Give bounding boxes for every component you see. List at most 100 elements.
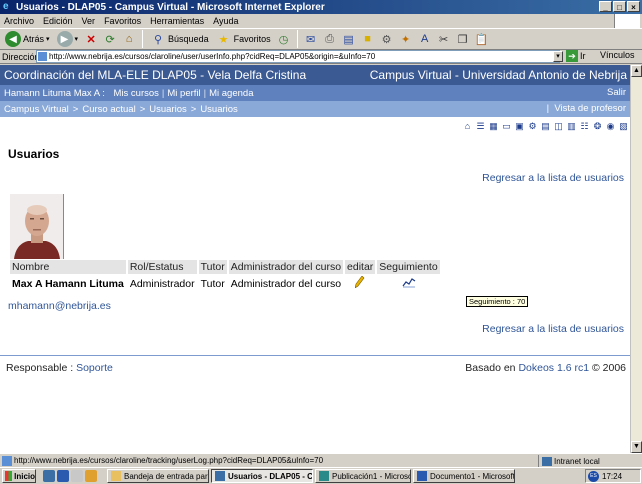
discuss-icon[interactable]: ⚙: [379, 31, 395, 47]
campus-title[interactable]: Campus Virtual - Universidad Antonio de …: [370, 68, 627, 82]
back-label: Atrás: [23, 34, 45, 44]
menu-edicion[interactable]: Edición: [43, 16, 73, 26]
word-quicklaunch-icon[interactable]: [57, 470, 69, 482]
teacher-view-link[interactable]: | Vista de profesor: [547, 103, 626, 114]
col-editar: editar: [345, 260, 376, 274]
menu-ver[interactable]: Ver: [82, 16, 96, 26]
breadcrumb-curso[interactable]: Curso actual: [82, 104, 135, 115]
search-button[interactable]: ⚲ Búsqueda: [148, 30, 211, 48]
copy-icon[interactable]: ❐: [455, 31, 471, 47]
course-tools: ⌂ ☰ ▦ ▭ ▣ ⚙ ▤ ◫ ▥ ☷ ❂ ◉ ▧: [462, 121, 629, 132]
status-bar: http://www.nebrija.es/cursos/claroline/t…: [0, 453, 642, 467]
col-tutor: Tutor: [198, 260, 227, 274]
support-link[interactable]: Soporte: [76, 362, 113, 374]
back-to-users-link[interactable]: Regresar a la lista de usuarios: [482, 172, 624, 184]
user-bar: Hamann Lituma Max A : Mis cursos | Mi pe…: [0, 85, 630, 101]
pencil-icon[interactable]: [354, 275, 365, 289]
start-button[interactable]: Inicio: [2, 469, 36, 483]
logout-link[interactable]: Salir: [607, 87, 626, 98]
list-icon[interactable]: ☰: [475, 121, 486, 132]
user-label: Hamann Lituma Max A :: [4, 87, 105, 99]
favorites-button[interactable]: ★ Favoritos: [214, 30, 273, 48]
breadcrumb-campus[interactable]: Campus Virtual: [4, 104, 69, 115]
windows-flag-icon: [5, 471, 13, 481]
go-button[interactable]: ➔ Ir: [566, 50, 586, 62]
link-mi-perfil[interactable]: Mi perfil: [167, 88, 200, 99]
announcements-icon[interactable]: ▤: [540, 121, 551, 132]
links-icon[interactable]: ▭: [501, 121, 512, 132]
platform-link[interactable]: Dokeos 1.6 rc1: [518, 362, 589, 374]
breadcrumb-current[interactable]: Usuarios: [200, 104, 238, 115]
teacher-view-label: Vista de profesor: [554, 103, 626, 114]
responsible-label: Responsable :: [6, 362, 74, 374]
page-title: Usuarios: [8, 147, 60, 161]
menu-ayuda[interactable]: Ayuda: [213, 16, 238, 26]
ie-icon: [215, 471, 225, 481]
address-dropdown-icon[interactable]: ▾: [553, 51, 563, 62]
menu-archivo[interactable]: Archivo: [4, 16, 34, 26]
media-quicklaunch-icon[interactable]: [85, 470, 97, 482]
language-icon[interactable]: ES: [588, 470, 599, 482]
close-button[interactable]: ×: [627, 1, 640, 12]
agenda-icon[interactable]: ▣: [514, 121, 525, 132]
maximize-button[interactable]: □: [613, 1, 626, 12]
breadcrumb-usuarios[interactable]: Usuarios: [149, 104, 187, 115]
menu-favoritos[interactable]: Favoritos: [104, 16, 141, 26]
chart-icon[interactable]: [402, 276, 416, 288]
user-portrait-image: [10, 194, 63, 259]
ie-quicklaunch-icon[interactable]: [43, 470, 55, 482]
search-icon: ⚲: [154, 33, 163, 46]
back-to-users-link-bottom[interactable]: Regresar a la lista de usuarios: [482, 323, 624, 335]
col-nombre: Nombre: [10, 260, 126, 274]
chevron-down-icon: ▾: [46, 36, 50, 43]
task-ie[interactable]: Usuarios - DLAP05 - C...: [211, 469, 313, 483]
task-word[interactable]: Documento1 - Microsoft ...: [413, 469, 515, 483]
desktop-quicklaunch-icon[interactable]: [71, 470, 83, 482]
home-icon[interactable]: ⌂: [121, 31, 137, 47]
documents-icon[interactable]: ▦: [488, 121, 499, 132]
print-icon[interactable]: ▧: [618, 121, 629, 132]
paste-icon[interactable]: 📋: [474, 31, 490, 47]
forum-icon[interactable]: ◫: [553, 121, 564, 132]
window-title: Usuarios - DLAP05 - Campus Virtual - Mic…: [16, 1, 325, 13]
history-icon[interactable]: ◷: [276, 31, 292, 47]
user-photo: [10, 194, 64, 259]
chat-icon[interactable]: ❂: [592, 121, 603, 132]
help-icon[interactable]: ◉: [605, 121, 616, 132]
cut-icon[interactable]: ✂: [436, 31, 452, 47]
star-icon: ★: [218, 33, 229, 46]
task-outlook[interactable]: Bandeja de entrada para ...: [107, 469, 209, 483]
back-arrow-icon: ◀: [5, 31, 21, 47]
address-input[interactable]: http://www.nebrija.es/cursos/claroline/u…: [36, 50, 560, 63]
tracking-icon[interactable]: ▥: [566, 121, 577, 132]
user-email-link[interactable]: mhamann@nebrija.es: [8, 300, 111, 312]
forward-button[interactable]: ▶ ▾: [55, 30, 81, 48]
scroll-up-icon[interactable]: ▲: [631, 65, 642, 77]
groups-icon[interactable]: ☷: [579, 121, 590, 132]
menu-bar: Archivo Edición Ver Favoritos Herramient…: [0, 14, 642, 28]
links-button[interactable]: Vínculos: [600, 50, 635, 60]
window-controls: _ □ ×: [599, 1, 640, 12]
research-icon[interactable]: ✦: [398, 31, 414, 47]
edit-page-icon[interactable]: ▤: [341, 31, 357, 47]
forward-arrow-icon: ▶: [56, 31, 73, 47]
scroll-down-icon[interactable]: ▼: [631, 441, 642, 453]
folder-icon[interactable]: ■: [360, 31, 376, 47]
mail-icon[interactable]: ✉: [303, 31, 319, 47]
refresh-icon[interactable]: ⟳: [102, 31, 118, 47]
back-button[interactable]: ◀ Atrás ▾: [3, 30, 52, 48]
link-mis-cursos[interactable]: Mis cursos: [114, 88, 159, 99]
task-label: Documento1 - Microsoft ...: [430, 471, 515, 481]
menu-herramientas[interactable]: Herramientas: [150, 16, 204, 26]
vertical-scrollbar[interactable]: ▲ ▼: [630, 65, 642, 453]
course-title[interactable]: Coordinación del MLA-ELE DLAP05 - Vela D…: [4, 68, 306, 82]
windows-logo-icon: [614, 14, 640, 28]
stop-icon[interactable]: ✕: [83, 31, 99, 47]
link-mi-agenda[interactable]: Mi agenda: [209, 88, 253, 99]
print-icon[interactable]: ⎙: [322, 31, 338, 47]
messenger-icon[interactable]: A: [417, 31, 433, 47]
home-icon[interactable]: ⌂: [462, 121, 473, 132]
task-publisher[interactable]: Publicación1 - Microsoft ...: [315, 469, 411, 483]
minimize-button[interactable]: _: [599, 1, 612, 12]
settings-icon[interactable]: ⚙: [527, 121, 538, 132]
